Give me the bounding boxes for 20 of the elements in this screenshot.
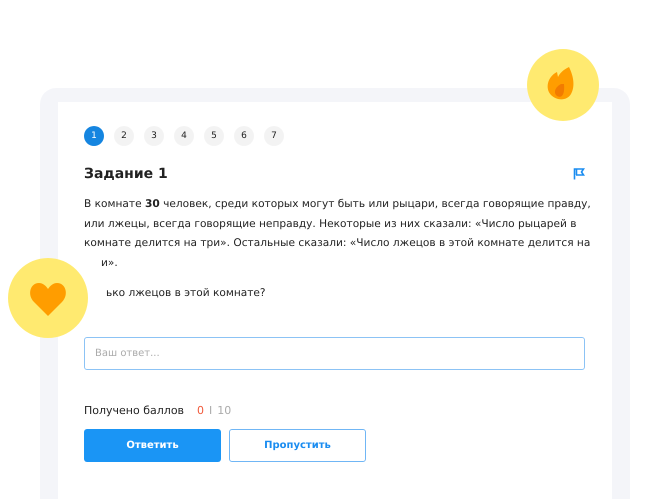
task-text: и».	[100, 256, 118, 270]
score-total: 10	[217, 404, 232, 417]
page-tab[interactable]: 3	[144, 126, 164, 146]
flame-icon	[527, 49, 599, 121]
page-tab[interactable]: 6	[234, 126, 254, 146]
page-tab[interactable]: 5	[204, 126, 224, 146]
task-text: В комнате 30 человек, среди которых могут быть или рыцари, всегда говорящие правду,	[84, 197, 591, 212]
page-tab[interactable]: 1	[84, 126, 104, 146]
page-tab[interactable]: 2	[114, 126, 134, 146]
task-text: или лжецы, всегда говорящие неправду. Некоторые из них сказали: «Число рыцарей в	[84, 216, 577, 232]
task-text: комнате делится на три». Остальные сказали: «Число лжецов в этой комнате делится на	[84, 236, 590, 251]
flag-icon[interactable]	[573, 168, 585, 180]
score-label: Получено баллов	[84, 404, 184, 417]
question-text: ько лжецов в этой комнате?	[105, 287, 267, 299]
score-separator: I	[209, 404, 212, 417]
answer-field[interactable]: Ваш ответ...	[84, 337, 585, 370]
score-earned: 0	[197, 404, 204, 417]
page-tab[interactable]: 7	[264, 126, 284, 146]
page-tab[interactable]: 4	[174, 126, 194, 146]
task-title: Задание 1	[84, 166, 168, 182]
